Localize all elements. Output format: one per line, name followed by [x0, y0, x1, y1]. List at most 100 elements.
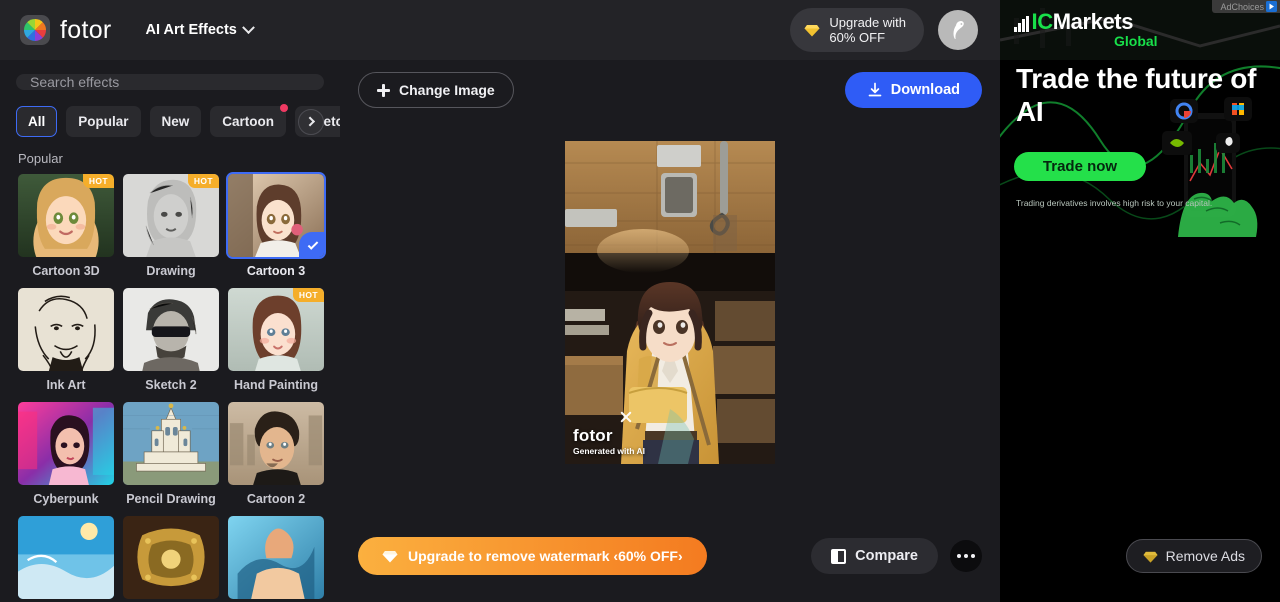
diamond-icon: [1143, 551, 1158, 563]
compare-panels-icon: [831, 548, 847, 564]
effect-item-cartoon-2[interactable]: Cartoon 2: [226, 400, 326, 506]
ad-rail: AdChoices ICMarkets Global Trade the fut…: [1000, 0, 1280, 602]
more-options-icon: [971, 554, 975, 558]
effects-grid: HOT Cartoon 3D HOT Drawing Cartoon 3 Ink Art S…: [16, 172, 326, 602]
effect-label: Cyberpunk: [33, 492, 99, 506]
effects-sidebar: AllPopularNewCartoonSketch Popular HOTCa…: [0, 60, 340, 602]
diamond-icon: [382, 551, 398, 563]
more-options-icon: [964, 554, 968, 558]
adchoices-badge[interactable]: AdChoices: [1212, 0, 1280, 13]
ad-brand-ic: IC: [1031, 9, 1054, 34]
effect-label: Ink Art: [46, 378, 86, 392]
upgrade-button[interactable]: Upgrade with 60% OFF: [790, 8, 924, 52]
adchoices-icon: [1266, 1, 1277, 12]
change-image-label: Change Image: [399, 82, 495, 98]
effect-item-drawing[interactable]: HOT Drawing: [121, 172, 221, 278]
change-image-button[interactable]: Change Image: [358, 72, 514, 108]
effect-item-pencil-drawing[interactable]: Pencil Drawing: [121, 400, 221, 506]
watermark-subtext: Generated with AI: [573, 445, 645, 456]
remove-ads-label: Remove Ads: [1165, 548, 1245, 564]
category-chip-label: Popular: [78, 114, 129, 129]
effect-item-cartoon-3[interactable]: Cartoon 3: [226, 172, 326, 278]
brand-logo[interactable]: fotor: [20, 15, 112, 45]
ad-banner[interactable]: AdChoices ICMarkets Global Trade the fut…: [1000, 0, 1280, 240]
effect-preview-image: [18, 402, 114, 485]
hot-badge: HOT: [292, 288, 324, 302]
effect-thumbnail: [226, 400, 326, 487]
remove-ads-button[interactable]: Remove Ads: [1125, 539, 1262, 573]
effect-item[interactable]: [226, 514, 326, 602]
hot-badge: HOT: [187, 174, 219, 188]
canvas-toolbar: Change Image Download: [340, 60, 1000, 120]
effect-item-ink-art[interactable]: Ink Art: [16, 286, 116, 392]
category-chip-new[interactable]: New: [149, 106, 202, 137]
ai-art-effects-menu-label: AI Art Effects: [145, 22, 237, 38]
effect-preview-image: [228, 402, 324, 485]
avatar[interactable]: [938, 10, 978, 50]
effect-item[interactable]: [121, 514, 221, 602]
search-effects-box[interactable]: [16, 74, 324, 90]
category-chip-cartoon[interactable]: Cartoon: [210, 104, 289, 137]
editor-canvas: Change Image Download fotor Generated wi…: [340, 60, 1000, 602]
upgrade-remove-watermark-button[interactable]: Upgrade to remove watermark ‹60% OFF›: [358, 537, 707, 575]
effect-item-cyberpunk[interactable]: Cyberpunk: [16, 400, 116, 506]
app-header: fotor AI Art Effects Upgrade with 60% OF…: [0, 0, 1000, 60]
effect-thumbnail: HOT: [121, 172, 221, 259]
generated-artwork: [565, 140, 775, 464]
section-title: Popular: [18, 151, 63, 166]
watermark: fotor Generated with AI: [573, 425, 645, 456]
check-icon: [307, 238, 319, 250]
effect-thumbnail: HOT: [16, 172, 116, 259]
search-input[interactable]: [30, 74, 310, 90]
diamond-icon: [804, 25, 820, 37]
effect-label: Cartoon 3: [246, 264, 306, 278]
compare-button[interactable]: Compare: [811, 538, 938, 574]
compare-label: Compare: [855, 548, 918, 564]
category-chip-popular[interactable]: Popular: [66, 106, 141, 137]
effect-label: Sketch 2: [145, 378, 197, 392]
effect-thumbnail: [121, 400, 221, 487]
effect-item-hand-painting[interactable]: HOT Hand Painting: [226, 286, 326, 392]
brand-name: fotor: [60, 15, 112, 44]
plus-icon: [377, 83, 390, 97]
effect-label: Pencil Drawing: [126, 492, 216, 506]
effect-label: Hand Painting: [233, 378, 319, 392]
effect-preview-image: [123, 516, 219, 599]
effect-thumbnail: [16, 286, 116, 373]
chevron-right-icon: [304, 116, 315, 127]
effect-preview-image: [123, 288, 219, 371]
effect-thumbnail: HOT: [226, 286, 326, 373]
ad-headline: Trade the future of AI: [1016, 63, 1257, 127]
effect-item[interactable]: [16, 514, 116, 602]
canvas-bottom-bar: Upgrade to remove watermark ‹60% OFF› Co…: [340, 524, 1000, 602]
download-label: Download: [890, 82, 960, 98]
app-body: AllPopularNewCartoonSketch Popular HOTCa…: [0, 60, 1000, 602]
more-options-button[interactable]: [950, 540, 982, 572]
chips-next-button[interactable]: [298, 108, 324, 135]
download-icon: [868, 82, 882, 97]
effect-thumbnail: [16, 400, 116, 487]
ai-art-effects-menu[interactable]: AI Art Effects: [142, 16, 257, 44]
ad-brand-logo: ICMarkets: [1014, 9, 1133, 34]
download-button[interactable]: Download: [844, 72, 982, 108]
adchoices-label: AdChoices: [1220, 1, 1264, 12]
effect-preview-image: [228, 516, 324, 599]
preview-image[interactable]: fotor Generated with AI: [565, 140, 775, 464]
image-stage: fotor Generated with AI: [340, 120, 1000, 524]
selected-check-badge: [299, 232, 324, 257]
watermark-text: fotor: [573, 425, 613, 445]
ad-disclaimer: Trading derivatives involves high risk t…: [1016, 198, 1213, 208]
category-chip-label: New: [161, 114, 190, 129]
upgrade-label-line1: Upgrade with: [829, 15, 906, 30]
effect-item-cartoon-3d[interactable]: HOT Cartoon 3D: [16, 172, 116, 278]
effect-preview-image: [123, 402, 219, 485]
effect-label: Cartoon 2: [246, 492, 306, 506]
ad-cta-button[interactable]: Trade now: [1014, 152, 1146, 181]
effect-thumbnail: [226, 514, 326, 601]
watermark-close-icon[interactable]: [619, 410, 633, 424]
bird-avatar-icon: [953, 21, 964, 40]
effect-item-sketch-2[interactable]: Sketch 2: [121, 286, 221, 392]
hot-badge: HOT: [82, 174, 114, 188]
category-chip-all[interactable]: All: [16, 106, 58, 137]
notification-dot: [280, 104, 289, 112]
